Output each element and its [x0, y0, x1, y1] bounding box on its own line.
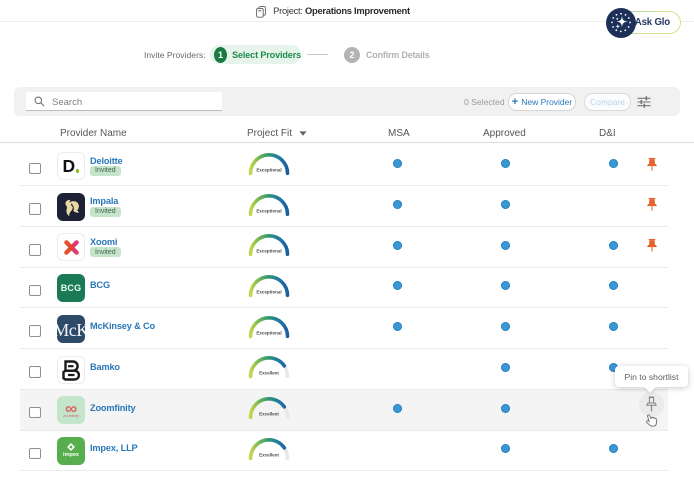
svg-text:Exceptional: Exceptional	[256, 249, 281, 254]
svg-text:Exceptional: Exceptional	[256, 167, 281, 172]
svg-text:Excellent: Excellent	[259, 371, 279, 376]
svg-text:Excellent: Excellent	[259, 412, 279, 417]
svg-text:Exceptional: Exceptional	[256, 208, 281, 213]
svg-text:Exceptional: Exceptional	[256, 330, 281, 335]
svg-text:Excellent: Excellent	[259, 452, 279, 457]
svg-text:Exceptional: Exceptional	[256, 290, 281, 295]
